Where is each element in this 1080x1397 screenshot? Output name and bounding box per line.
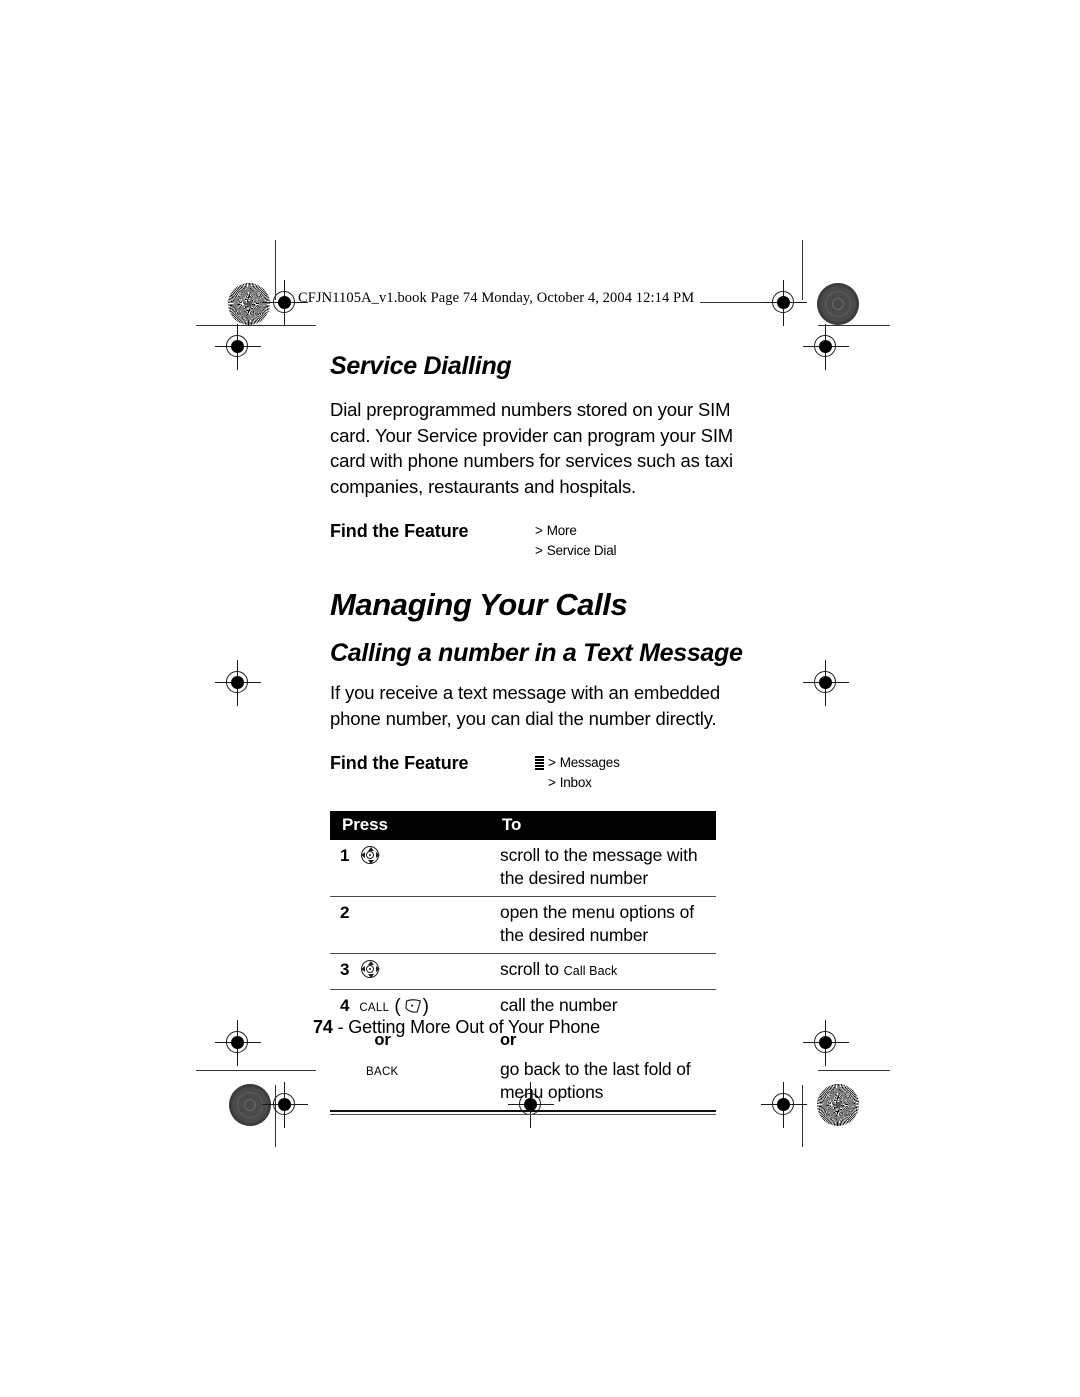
chevron-right-icon: > bbox=[548, 755, 556, 770]
call-key-label: CALL bbox=[359, 1002, 390, 1014]
action-cell: scroll to Call Back bbox=[490, 953, 716, 990]
step-number: 3 bbox=[340, 960, 350, 979]
nav-key-icon bbox=[359, 845, 381, 865]
press-cell: 1 bbox=[330, 840, 490, 897]
menu-path-item: Service Dial bbox=[546, 543, 617, 558]
steps-table-header-row: Press To bbox=[330, 811, 716, 840]
menu-option-term: Call Back bbox=[563, 964, 618, 978]
menu-path-line: > Inbox bbox=[535, 773, 620, 793]
action-cell: go back to the last fold of menu options bbox=[500, 1059, 691, 1102]
chevron-right-icon: > bbox=[535, 543, 543, 558]
subsection-title-calling-a-number: Calling a number in a Text Message bbox=[330, 639, 743, 667]
press-cell: 2 bbox=[330, 896, 490, 954]
book-file-header: CFJN1105A_v1.book Page 74 Monday, Octobe… bbox=[298, 290, 695, 306]
menu-path-line: > Service Dial bbox=[535, 541, 617, 561]
registration-crosshair-right-middle bbox=[803, 660, 849, 706]
registration-crosshair-top-right-inner bbox=[761, 280, 807, 326]
trim-line-bottom-right-horizontal bbox=[818, 1070, 890, 1072]
chevron-right-icon: > bbox=[548, 775, 556, 790]
action-cell: open the menu options of the desired num… bbox=[490, 896, 716, 954]
menu-path-line: > More bbox=[535, 521, 616, 541]
menu-path-messages-inbox: > Messages > Inbox bbox=[535, 753, 620, 793]
find-the-feature-service-dialling: Find the Feature > More > Service Dial bbox=[330, 521, 770, 561]
find-the-feature-label: Find the Feature bbox=[330, 753, 469, 773]
menu-path-item: More bbox=[546, 523, 577, 538]
registration-crosshair-right-upper bbox=[803, 324, 849, 370]
table-row: 1 scroll to the message with the desired… bbox=[330, 840, 716, 897]
registration-color-dot-top-right bbox=[817, 283, 859, 325]
registration-crosshair-bottom-left-inner bbox=[262, 1082, 308, 1128]
section-title-service-dialling: Service Dialling bbox=[330, 352, 512, 380]
section-body-text: Dial preprogrammed numbers stored on you… bbox=[330, 399, 734, 497]
registration-crosshair-left-lower bbox=[215, 1020, 261, 1066]
page-footer: 74 - Getting More Out of Your Phone bbox=[313, 1017, 600, 1038]
paren-close: ) bbox=[422, 996, 429, 1017]
menu-list-icon bbox=[535, 756, 544, 770]
table-bottom-border bbox=[330, 1110, 716, 1115]
step-number: 1 bbox=[340, 846, 350, 865]
trim-line-left-vertical bbox=[275, 240, 277, 300]
trim-line-right-vertical bbox=[802, 240, 804, 300]
paren-open: ( bbox=[389, 996, 401, 1017]
chapter-title-managing-your-calls: Managing Your Calls bbox=[330, 587, 628, 622]
back-key-label: BACK bbox=[366, 1066, 399, 1078]
footer-page-number: 74 bbox=[313, 1017, 333, 1037]
menu-path-item: Messages bbox=[559, 755, 620, 770]
press-cell: BACK bbox=[330, 1054, 490, 1110]
page-content: Service Dialling Dial preprogrammed numb… bbox=[330, 352, 770, 1115]
nav-key-icon bbox=[359, 959, 381, 979]
menu-path-service-dial: > More > Service Dial bbox=[535, 521, 617, 561]
column-header-press: Press bbox=[330, 811, 490, 840]
registration-crosshair-right-lower bbox=[803, 1020, 849, 1066]
steps-table: Press To 1 scroll to the message with th… bbox=[330, 811, 716, 1110]
subsection-body-text: If you receive a text message with an em… bbox=[330, 682, 721, 729]
registration-crosshair-left-upper bbox=[215, 324, 261, 370]
table-row: 3 scroll to Call Back bbox=[330, 953, 716, 990]
table-row: 2 open the menu options of the desired n… bbox=[330, 896, 716, 954]
press-cell: 3 bbox=[330, 953, 490, 990]
footer-separator: - bbox=[332, 1017, 349, 1037]
trim-line-bottom-left-horizontal bbox=[196, 1070, 316, 1072]
registration-starburst-bottom-right bbox=[817, 1084, 859, 1126]
step-number: 2 bbox=[340, 903, 350, 922]
footer-chapter-name: Getting More Out of Your Phone bbox=[348, 1017, 600, 1037]
registration-crosshair-left-middle bbox=[215, 660, 261, 706]
menu-path-line: > Messages bbox=[535, 753, 620, 773]
column-header-to: To bbox=[490, 811, 716, 840]
trim-line-top-right-horizontal bbox=[700, 302, 762, 304]
step-number: 4 bbox=[340, 996, 350, 1015]
find-the-feature-text-message: Find the Feature > Messages > Inbox bbox=[330, 753, 770, 793]
menu-path-item: Inbox bbox=[559, 775, 592, 790]
chevron-right-icon: > bbox=[535, 523, 543, 538]
action-text: scroll to bbox=[500, 959, 564, 979]
action-cell: scroll to the message with the desired n… bbox=[500, 845, 698, 888]
table-row-alt: BACK go back to the last fold of menu op… bbox=[330, 1054, 716, 1110]
find-the-feature-label: Find the Feature bbox=[330, 521, 469, 541]
